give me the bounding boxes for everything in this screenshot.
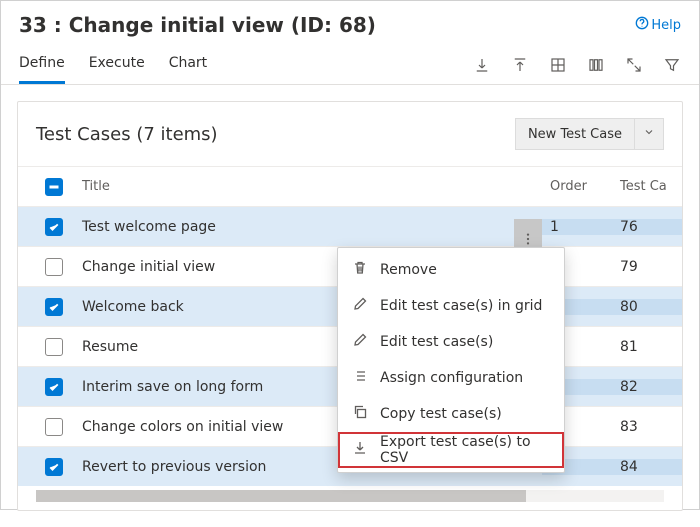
help-link[interactable]: Help bbox=[635, 16, 681, 34]
filter-icon[interactable] bbox=[663, 56, 681, 74]
pencil-icon bbox=[352, 332, 368, 352]
pencil-icon bbox=[352, 296, 368, 316]
menu-item-edit-test-case-s-in-grid[interactable]: Edit test case(s) in grid bbox=[338, 288, 564, 324]
columns-icon[interactable] bbox=[587, 56, 605, 74]
menu-item-label: Copy test case(s) bbox=[380, 406, 502, 422]
row-checkbox[interactable] bbox=[45, 378, 63, 396]
download-icon bbox=[352, 440, 368, 460]
horizontal-scrollbar[interactable] bbox=[36, 490, 664, 502]
menu-item-label: Edit test case(s) in grid bbox=[380, 298, 542, 314]
row-checkbox[interactable] bbox=[45, 218, 63, 236]
row-title: Test welcome page bbox=[78, 219, 542, 235]
row-checkbox[interactable] bbox=[45, 258, 63, 276]
trash-icon bbox=[352, 260, 368, 280]
table-row[interactable]: Test welcome page176 bbox=[18, 206, 682, 246]
tab-execute[interactable]: Execute bbox=[89, 45, 145, 84]
copy-icon bbox=[352, 404, 368, 424]
row-testcase-id: 80 bbox=[612, 299, 682, 315]
upload-icon[interactable] bbox=[511, 56, 529, 74]
grid-icon[interactable] bbox=[549, 56, 567, 74]
menu-item-label: Assign configuration bbox=[380, 370, 523, 386]
row-checkbox[interactable] bbox=[45, 338, 63, 356]
menu-item-label: Export test case(s) to CSV bbox=[380, 434, 550, 466]
new-test-case-button[interactable]: New Test Case bbox=[515, 118, 635, 150]
column-header-order[interactable]: Order bbox=[542, 179, 612, 194]
row-order: 1 bbox=[542, 219, 612, 235]
card-title: Test Cases (7 items) bbox=[36, 124, 515, 145]
column-header-testcase[interactable]: Test Ca bbox=[612, 179, 682, 194]
row-testcase-id: 84 bbox=[612, 459, 682, 475]
menu-item-label: Edit test case(s) bbox=[380, 334, 493, 350]
row-checkbox[interactable] bbox=[45, 458, 63, 476]
new-test-case-dropdown[interactable] bbox=[635, 118, 664, 150]
row-testcase-id: 83 bbox=[612, 419, 682, 435]
chevron-down-icon bbox=[643, 126, 655, 142]
row-checkbox[interactable] bbox=[45, 298, 63, 316]
help-icon bbox=[635, 16, 649, 34]
row-testcase-id: 81 bbox=[612, 339, 682, 355]
menu-item-label: Remove bbox=[380, 262, 437, 278]
tab-chart[interactable]: Chart bbox=[169, 45, 207, 84]
menu-item-copy-test-case-s[interactable]: Copy test case(s) bbox=[338, 396, 564, 432]
row-testcase-id: 79 bbox=[612, 259, 682, 275]
list-icon bbox=[352, 368, 368, 388]
fullscreen-icon[interactable] bbox=[625, 56, 643, 74]
menu-item-edit-test-case-s[interactable]: Edit test case(s) bbox=[338, 324, 564, 360]
page-title: 33 : Change initial view (ID: 68) bbox=[19, 13, 635, 37]
column-header-title[interactable]: Title bbox=[78, 179, 542, 194]
row-testcase-id: 76 bbox=[612, 219, 682, 235]
select-all-checkbox[interactable] bbox=[45, 178, 63, 196]
menu-item-remove[interactable]: Remove bbox=[338, 252, 564, 288]
row-testcase-id: 82 bbox=[612, 379, 682, 395]
tab-define[interactable]: Define bbox=[19, 45, 65, 84]
menu-item-assign-configuration[interactable]: Assign configuration bbox=[338, 360, 564, 396]
row-checkbox[interactable] bbox=[45, 418, 63, 436]
download-icon[interactable] bbox=[473, 56, 491, 74]
context-menu: Remove Edit test case(s) in grid Edit test… bbox=[337, 247, 565, 473]
menu-item-export-test-case-s-to-csv[interactable]: Export test case(s) to CSV bbox=[338, 432, 564, 468]
help-label: Help bbox=[651, 18, 681, 33]
